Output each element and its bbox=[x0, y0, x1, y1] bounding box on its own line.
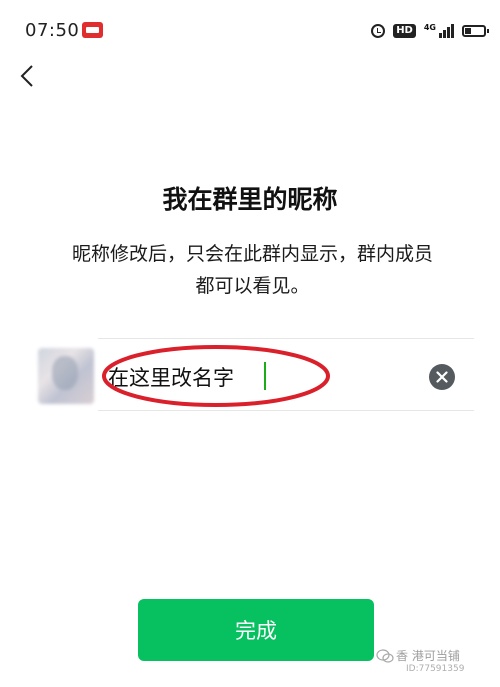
nickname-input[interactable] bbox=[108, 360, 408, 394]
done-button[interactable]: 完成 bbox=[138, 599, 374, 661]
status-bar: 07:50 HD 4G bbox=[0, 0, 500, 60]
watermark-id: ID:77591359 bbox=[406, 664, 465, 674]
watermark: 香 港可当铺 ID:77591359 bbox=[376, 647, 494, 681]
status-time: 07:50 bbox=[25, 20, 80, 41]
clear-button[interactable] bbox=[429, 364, 455, 390]
close-circle-icon bbox=[436, 371, 448, 383]
signal-icon: 4G bbox=[424, 24, 454, 38]
alarm-icon bbox=[371, 24, 386, 38]
network-type-label: 4G bbox=[423, 23, 436, 32]
description-line-1: 昵称修改后，只会在此群内显示，群内成员 bbox=[71, 243, 433, 265]
divider-top bbox=[98, 338, 474, 339]
description-line-2: 都可以看见。 bbox=[195, 275, 310, 297]
done-button-label: 完成 bbox=[235, 619, 277, 643]
divider-bottom bbox=[98, 410, 474, 411]
page-title: 我在群里的昵称 bbox=[162, 185, 338, 214]
wechat-official-account-icon bbox=[376, 649, 394, 663]
text-cursor bbox=[264, 362, 266, 390]
status-icons: HD 4G bbox=[371, 21, 489, 41]
back-button[interactable] bbox=[12, 60, 44, 92]
avatar bbox=[38, 348, 94, 404]
page-description: 昵称修改后，只会在此群内显示，群内成员 都可以看见。 bbox=[40, 238, 465, 302]
hd-icon: HD bbox=[393, 24, 416, 38]
battery-icon bbox=[462, 25, 489, 37]
app-notification-icon bbox=[82, 22, 103, 38]
chevron-left-icon bbox=[20, 65, 33, 87]
watermark-text: 香 港可当铺 bbox=[396, 649, 460, 663]
